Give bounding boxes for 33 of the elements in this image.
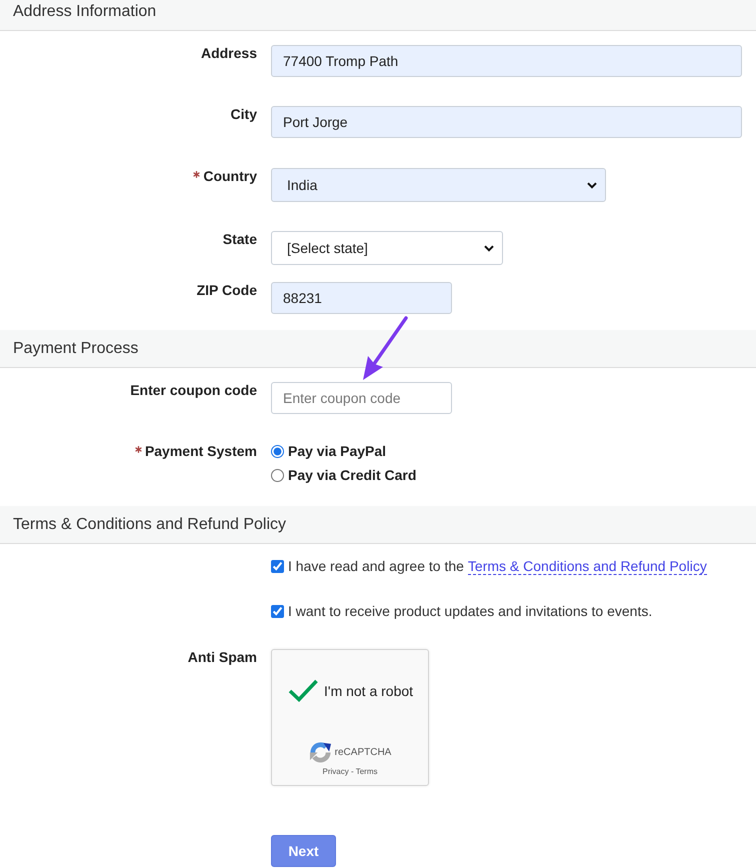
input-field[interactable]: 77400 Tromp Path <box>271 45 742 77</box>
radio-button[interactable] <box>271 468 284 482</box>
circular-arrows-icon <box>308 741 332 764</box>
section-header: Terms & Conditions and Refund Policy <box>0 506 756 544</box>
input-field[interactable]: Enter coupon code <box>271 382 452 414</box>
input-field[interactable]: Port Jorge <box>271 106 742 138</box>
chevron-down-icon <box>587 182 597 188</box>
select-field[interactable]: India <box>271 168 606 202</box>
option-label[interactable]: Pay via PayPal <box>288 443 386 459</box>
consent-text: I have read and agree to the Terms & Conditions and Refund Policy <box>288 558 707 574</box>
checkbox[interactable] <box>271 604 284 618</box>
field-label: City <box>230 106 257 122</box>
field-label: Address <box>200 45 257 61</box>
field-label: State <box>222 231 257 247</box>
input-field[interactable]: 88231 <box>271 282 452 314</box>
field-label: Country <box>203 168 257 184</box>
checkbox[interactable] <box>271 560 284 572</box>
section-header: Payment Process <box>0 330 756 368</box>
field-label: Enter coupon code <box>130 382 257 398</box>
option-label[interactable]: Pay via Credit Card <box>288 467 416 483</box>
field-label: Payment System <box>144 443 257 459</box>
captcha-text: I'm not a robot <box>324 682 414 698</box>
checkmark-icon[interactable] <box>288 679 318 702</box>
field-label: ZIP Code <box>196 282 257 298</box>
select-field[interactable]: [Select state] <box>271 231 503 265</box>
radio-button[interactable] <box>271 444 284 458</box>
chevron-down-icon <box>484 244 494 252</box>
terms-link[interactable]: Terms & Conditions and Refund Policy <box>468 558 707 575</box>
captcha-brand: reCAPTCHA <box>334 747 392 758</box>
section-header: Address Information <box>0 0 756 31</box>
field-label: Anti Spam <box>188 649 257 665</box>
consent-text: I want to receive product updates and invitations to events. <box>288 603 652 619</box>
privacy-terms-links[interactable]: Privacy - Terms <box>322 767 378 776</box>
